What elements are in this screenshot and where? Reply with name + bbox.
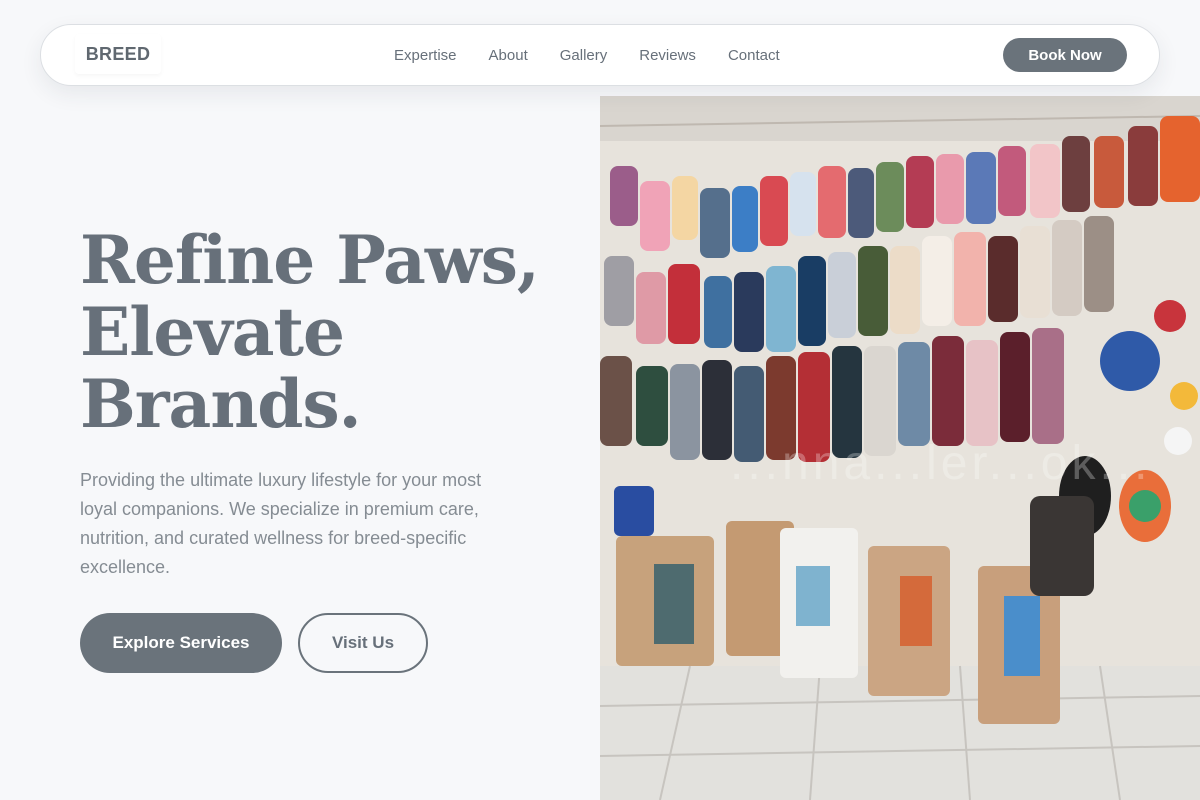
hero-image: ...nna...ler...ok... xyxy=(600,96,1200,800)
nav-link-reviews[interactable]: Reviews xyxy=(623,47,712,64)
hero-description: Providing the ultimate luxury lifestyle … xyxy=(80,470,482,577)
hero-cta-row: Explore Services Visit Us xyxy=(80,613,428,673)
hero-title-line-2: Elevate xyxy=(80,293,345,371)
hero-content: Refine Paws, Elevate Brands. Providing t… xyxy=(80,224,540,582)
book-now-button[interactable]: Book Now xyxy=(1003,38,1127,72)
brand-logo[interactable]: BREED xyxy=(75,34,161,74)
nav-links: Expertise About Gallery Reviews Contact xyxy=(378,25,796,85)
nav-link-contact[interactable]: Contact xyxy=(712,47,796,64)
visit-us-button[interactable]: Visit Us xyxy=(298,613,428,673)
explore-services-button[interactable]: Explore Services xyxy=(80,613,282,673)
hero-title-line-3: Brands. xyxy=(80,365,362,443)
nav-link-about[interactable]: About xyxy=(473,47,544,64)
hero-title-line-1: Refine Paws, xyxy=(80,221,540,299)
nav-link-expertise[interactable]: Expertise xyxy=(378,47,473,64)
nav-link-gallery[interactable]: Gallery xyxy=(544,47,624,64)
hero-title: Refine Paws, Elevate Brands. xyxy=(80,224,540,440)
navbar: BREED Expertise About Gallery Reviews Co… xyxy=(40,24,1160,86)
image-watermark: ...nna...ler...ok... xyxy=(730,437,1152,490)
